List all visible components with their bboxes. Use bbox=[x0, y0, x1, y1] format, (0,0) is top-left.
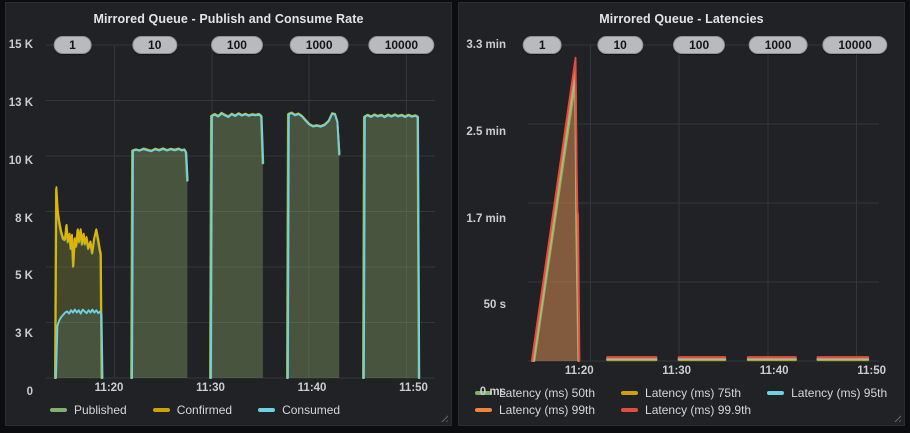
y-tick-label: 1.7 min bbox=[466, 213, 506, 225]
x-tick-label: 11:40 bbox=[749, 365, 799, 377]
x-axis: 11:20 11:30 11:40 11:50 bbox=[38, 382, 443, 398]
x-tick-label: 11:50 bbox=[389, 382, 439, 394]
legend-item[interactable]: Confirmed bbox=[153, 403, 232, 417]
legend-item[interactable]: Published bbox=[50, 403, 127, 417]
dashboard: Mirrored Queue - Publish and Consume Rat… bbox=[0, 0, 910, 433]
annotation-pill[interactable]: 10000 bbox=[822, 36, 887, 54]
chart-plot[interactable]: 110100100010000 bbox=[38, 45, 443, 378]
annotation-pill[interactable]: 1000 bbox=[290, 36, 349, 54]
legend-item[interactable]: Latency (ms) 75th bbox=[621, 386, 741, 400]
x-tick-label: 11:50 bbox=[847, 365, 897, 377]
y-tick-label: 0 ms bbox=[480, 386, 506, 398]
chart-canvas bbox=[38, 45, 443, 378]
panel-title[interactable]: Mirrored Queue - Latencies bbox=[459, 9, 904, 29]
y-tick-label: 5 K bbox=[15, 270, 33, 282]
legend-series-label: Latency (ms) 99.9th bbox=[645, 403, 751, 417]
legend-series-color-dash bbox=[621, 391, 638, 395]
legend-series-label: Published bbox=[74, 403, 127, 417]
legend-series-label: Confirmed bbox=[177, 403, 232, 417]
y-tick-label: 13 K bbox=[9, 97, 33, 109]
y-tick-label: 8 K bbox=[15, 213, 33, 225]
legend: Published Confirmed Consumed bbox=[6, 398, 451, 425]
legend-series-color-dash bbox=[621, 408, 638, 412]
annotation-pill[interactable]: 100 bbox=[211, 36, 263, 54]
legend-row: Published Confirmed Consumed bbox=[50, 403, 445, 417]
legend-row: Latency (ms) 50th Latency (ms) 75th Latenc… bbox=[475, 386, 898, 400]
y-tick-label: 2.5 min bbox=[466, 126, 506, 138]
annotation-pill[interactable]: 10000 bbox=[369, 36, 434, 54]
legend-series-color-dash bbox=[153, 408, 170, 412]
y-tick-label: 15 K bbox=[9, 39, 33, 51]
annotation-pill[interactable]: 100 bbox=[673, 36, 725, 54]
annotation-pill[interactable]: 1 bbox=[53, 36, 92, 54]
annotation-pill[interactable]: 10 bbox=[132, 36, 177, 54]
legend-item[interactable]: Latency (ms) 99.9th bbox=[621, 403, 751, 417]
legend-series-color-dash bbox=[50, 408, 67, 412]
y-tick-label: 0 bbox=[27, 386, 33, 398]
annotation-pill[interactable]: 1000 bbox=[749, 36, 808, 54]
legend-item[interactable]: Latency (ms) 95th bbox=[767, 386, 887, 400]
y-tick-label: 3.3 min bbox=[466, 39, 506, 51]
legend-series-label: Consumed bbox=[282, 403, 340, 417]
panel-latencies: Mirrored Queue - Latencies 3.3 min 2.5 mi… bbox=[458, 2, 905, 426]
x-tick-label: 11:20 bbox=[554, 365, 604, 377]
x-tick-label: 11:30 bbox=[186, 382, 236, 394]
legend-row: Latency (ms) 99th Latency (ms) 99.9th bbox=[475, 403, 898, 417]
y-axis: 15 K13 K10 K8 K5 K3 K0 bbox=[6, 45, 38, 378]
chart-plot[interactable]: 110100100010000 bbox=[511, 45, 896, 361]
legend: Latency (ms) 50th Latency (ms) 75th Latenc… bbox=[459, 381, 904, 425]
panel-publish-consume-rate: Mirrored Queue - Publish and Consume Rat… bbox=[5, 2, 452, 426]
legend-series-label: Latency (ms) 99th bbox=[499, 403, 595, 417]
annotation-pill[interactable]: 10 bbox=[597, 36, 642, 54]
x-tick-label: 11:20 bbox=[84, 382, 134, 394]
legend-series-color-dash bbox=[258, 408, 275, 412]
legend-series-color-dash bbox=[475, 408, 492, 412]
x-axis: 11:20 11:30 11:40 11:50 bbox=[511, 365, 896, 381]
y-tick-label: 10 K bbox=[9, 155, 33, 167]
chart-area: 15 K13 K10 K8 K5 K3 K0 110100100010000 bbox=[6, 45, 451, 378]
legend-series-label: Latency (ms) 95th bbox=[791, 386, 887, 400]
x-tick-label: 11:30 bbox=[652, 365, 702, 377]
y-tick-label: 3 K bbox=[15, 328, 33, 340]
panel-title[interactable]: Mirrored Queue - Publish and Consume Rat… bbox=[6, 9, 451, 29]
chart-area: 3.3 min2.5 min1.7 min50 s0 ms 1101001000… bbox=[459, 45, 904, 361]
annotation-pill[interactable]: 1 bbox=[523, 36, 562, 54]
legend-item[interactable]: Latency (ms) 99th bbox=[475, 403, 595, 417]
legend-series-label: Latency (ms) 50th bbox=[499, 386, 595, 400]
y-axis: 3.3 min2.5 min1.7 min50 s0 ms bbox=[459, 45, 511, 361]
y-tick-label: 50 s bbox=[484, 299, 506, 311]
x-tick-label: 11:40 bbox=[287, 382, 337, 394]
legend-series-color-dash bbox=[767, 391, 784, 395]
legend-series-label: Latency (ms) 75th bbox=[645, 386, 741, 400]
legend-item[interactable]: Consumed bbox=[258, 403, 340, 417]
chart-canvas bbox=[511, 45, 896, 361]
